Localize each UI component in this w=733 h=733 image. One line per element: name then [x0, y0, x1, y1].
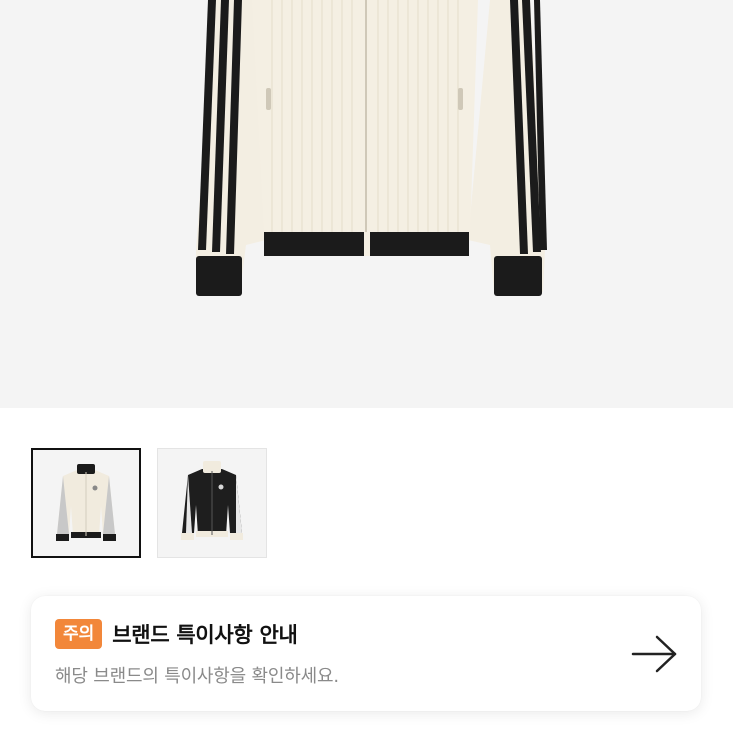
jacket-illustration: [196, 0, 547, 296]
black-jacket-thumbnail-image: [181, 461, 243, 540]
warning-badge: 주의: [55, 619, 103, 649]
product-main-image[interactable]: [0, 0, 733, 408]
thumbnail-list: [31, 448, 267, 558]
product-detail-page: 주의 브랜드 특이사항 안내 해당 브랜드의 특이사항을 확인하세요.: [0, 0, 733, 733]
cream-jacket-thumbnail-image: [56, 464, 116, 541]
brand-notice-card[interactable]: 주의 브랜드 특이사항 안내 해당 브랜드의 특이사항을 확인하세요.: [31, 596, 701, 711]
notice-header: 주의 브랜드 특이사항 안내: [55, 619, 298, 649]
arrow-right-icon[interactable]: [631, 634, 679, 674]
notice-subtitle: 해당 브랜드의 특이사항을 확인하세요.: [55, 666, 339, 687]
thumbnail-black-jacket[interactable]: [157, 448, 267, 558]
notice-title: 브랜드 특이사항 안내: [112, 623, 298, 647]
thumbnail-cream-jacket[interactable]: [31, 448, 141, 558]
